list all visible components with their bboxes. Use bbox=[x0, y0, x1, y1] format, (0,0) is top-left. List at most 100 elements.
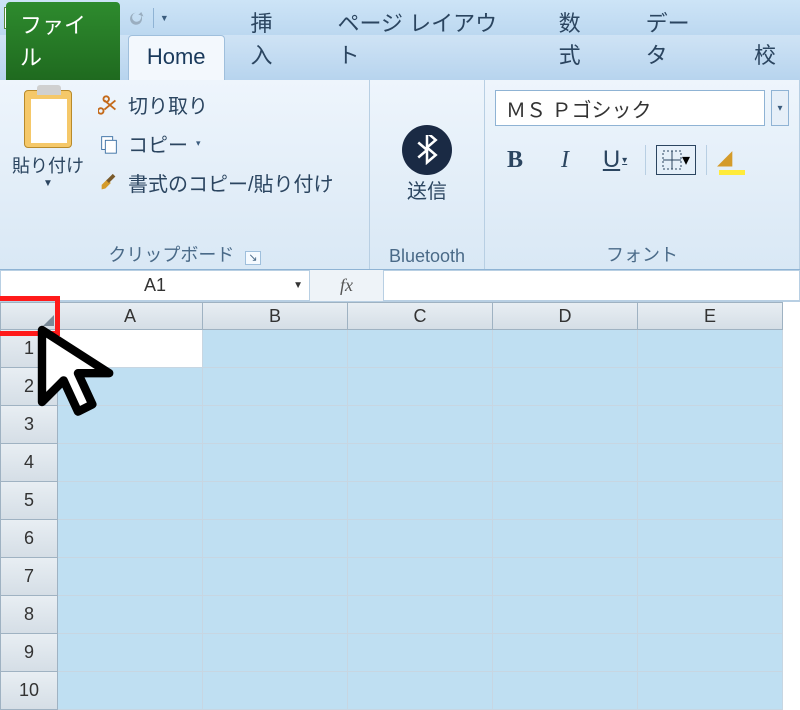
underline-button[interactable]: U▾ bbox=[595, 140, 635, 180]
column-header[interactable]: A bbox=[58, 302, 203, 330]
cell[interactable] bbox=[348, 634, 493, 672]
row-header[interactable]: 10 bbox=[0, 672, 58, 710]
borders-button[interactable]: ▾ bbox=[656, 145, 696, 175]
font-name-dropdown-icon[interactable]: ▾ bbox=[771, 90, 789, 126]
select-all-button[interactable] bbox=[0, 302, 58, 330]
cell[interactable] bbox=[348, 368, 493, 406]
row-header[interactable]: 1 bbox=[0, 330, 58, 368]
cell[interactable] bbox=[348, 596, 493, 634]
cut-button[interactable]: 切り取り bbox=[98, 90, 334, 119]
cell[interactable] bbox=[493, 672, 638, 710]
tab-formulas[interactable]: 数式 bbox=[541, 0, 620, 80]
row-header[interactable]: 6 bbox=[0, 520, 58, 558]
clipboard-launcher-icon[interactable]: ↘ bbox=[245, 251, 260, 265]
cell[interactable] bbox=[493, 368, 638, 406]
fill-color-button[interactable]: ◢ bbox=[717, 145, 747, 175]
name-box-dropdown-icon[interactable]: ▼ bbox=[293, 280, 303, 291]
cell[interactable] bbox=[348, 672, 493, 710]
bold-button[interactable]: B bbox=[495, 140, 535, 180]
cell[interactable] bbox=[493, 444, 638, 482]
cell[interactable] bbox=[203, 368, 348, 406]
tab-data[interactable]: データ bbox=[628, 0, 728, 80]
cell[interactable] bbox=[638, 520, 783, 558]
column-header[interactable]: C bbox=[348, 302, 493, 330]
cell[interactable] bbox=[203, 596, 348, 634]
tab-home[interactable]: Home bbox=[128, 35, 225, 80]
cell[interactable] bbox=[493, 596, 638, 634]
cell[interactable] bbox=[203, 444, 348, 482]
cell[interactable] bbox=[203, 520, 348, 558]
column-header[interactable]: B bbox=[203, 302, 348, 330]
cell[interactable] bbox=[638, 368, 783, 406]
cell[interactable] bbox=[58, 520, 203, 558]
format-painter-button[interactable]: 書式のコピー/貼り付け bbox=[98, 168, 334, 197]
cell[interactable] bbox=[203, 330, 348, 368]
cell[interactable] bbox=[638, 406, 783, 444]
borders-dropdown-icon[interactable]: ▾ bbox=[682, 150, 690, 170]
formula-input[interactable] bbox=[383, 270, 800, 301]
cell[interactable] bbox=[348, 444, 493, 482]
name-box-value: A1 bbox=[144, 275, 166, 296]
row-header[interactable]: 2 bbox=[0, 368, 58, 406]
row-header[interactable]: 7 bbox=[0, 558, 58, 596]
bucket-icon: ◢ bbox=[717, 147, 732, 169]
cell[interactable] bbox=[58, 672, 203, 710]
cell[interactable] bbox=[493, 634, 638, 672]
cell[interactable] bbox=[348, 520, 493, 558]
qat-divider-2 bbox=[153, 8, 154, 28]
tab-page-layout[interactable]: ページ レイアウト bbox=[319, 0, 532, 80]
cell[interactable] bbox=[203, 558, 348, 596]
cell[interactable] bbox=[638, 596, 783, 634]
tab-review[interactable]: 校 bbox=[736, 30, 794, 80]
cell[interactable] bbox=[58, 406, 203, 444]
cell[interactable] bbox=[348, 558, 493, 596]
cell[interactable] bbox=[203, 482, 348, 520]
cell[interactable] bbox=[58, 444, 203, 482]
cell[interactable] bbox=[493, 330, 638, 368]
cell[interactable] bbox=[493, 482, 638, 520]
cell[interactable] bbox=[58, 634, 203, 672]
underline-dropdown-icon[interactable]: ▾ bbox=[622, 155, 627, 166]
cell[interactable] bbox=[638, 558, 783, 596]
cell[interactable] bbox=[638, 482, 783, 520]
paste-dropdown-icon[interactable]: ▼ bbox=[43, 178, 53, 189]
row-header[interactable]: 5 bbox=[0, 482, 58, 520]
redo-icon[interactable] bbox=[125, 7, 147, 29]
cell[interactable] bbox=[348, 406, 493, 444]
copy-button[interactable]: コピー ▾ bbox=[98, 129, 334, 158]
cell[interactable] bbox=[58, 482, 203, 520]
cell[interactable] bbox=[348, 330, 493, 368]
row-header[interactable]: 4 bbox=[0, 444, 58, 482]
cell[interactable] bbox=[493, 520, 638, 558]
cell[interactable] bbox=[203, 634, 348, 672]
cell[interactable] bbox=[493, 406, 638, 444]
row-header[interactable]: 8 bbox=[0, 596, 58, 634]
bluetooth-send-button[interactable]: 送信 bbox=[402, 86, 452, 242]
cell[interactable] bbox=[203, 672, 348, 710]
font-name-selector[interactable]: ＭＳ Ｐゴシック bbox=[495, 90, 765, 126]
cell[interactable] bbox=[58, 558, 203, 596]
cell[interactable] bbox=[638, 672, 783, 710]
cell[interactable] bbox=[58, 596, 203, 634]
cell[interactable] bbox=[638, 444, 783, 482]
fx-icon[interactable]: fx bbox=[340, 275, 353, 296]
name-box[interactable]: A1 ▼ bbox=[0, 270, 310, 301]
cell[interactable] bbox=[58, 330, 203, 368]
qat-customize-dropdown-icon[interactable]: ▼ bbox=[160, 13, 169, 23]
column-header[interactable]: E bbox=[638, 302, 783, 330]
paste-icon bbox=[24, 90, 72, 148]
row-header[interactable]: 3 bbox=[0, 406, 58, 444]
row-header[interactable]: 9 bbox=[0, 634, 58, 672]
cell[interactable] bbox=[638, 634, 783, 672]
column-header[interactable]: D bbox=[493, 302, 638, 330]
cell[interactable] bbox=[638, 330, 783, 368]
copy-dropdown-icon[interactable]: ▾ bbox=[196, 138, 201, 149]
cell[interactable] bbox=[58, 368, 203, 406]
cell[interactable] bbox=[203, 406, 348, 444]
tab-insert[interactable]: 挿入 bbox=[233, 0, 312, 80]
tab-file[interactable]: ファイル bbox=[6, 2, 120, 80]
italic-button[interactable]: I bbox=[545, 140, 585, 180]
cell[interactable] bbox=[493, 558, 638, 596]
cell[interactable] bbox=[348, 482, 493, 520]
paste-button[interactable]: 貼り付け ▼ bbox=[8, 86, 88, 197]
